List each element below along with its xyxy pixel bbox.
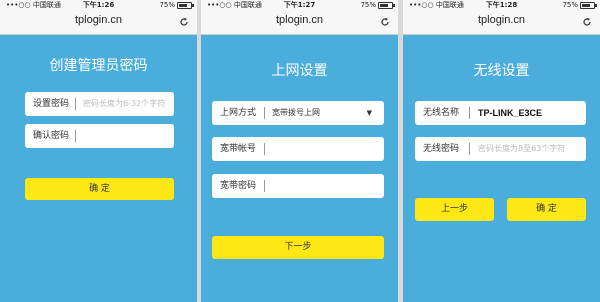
screen-create-admin-password: •••○○ 中国联通 下午1:26 75% tplogin.cn 创建管理员密码… bbox=[0, 0, 197, 302]
url-text[interactable]: tplogin.cn bbox=[403, 14, 600, 26]
broadband-account-field[interactable]: 宽带帐号 bbox=[212, 137, 384, 161]
confirm-button[interactable]: 确 定 bbox=[507, 198, 586, 221]
previous-button[interactable]: 上一步 bbox=[415, 198, 494, 221]
divider bbox=[264, 107, 265, 119]
divider bbox=[469, 143, 470, 155]
field-label: 设置密码 bbox=[33, 99, 70, 109]
dropdown-arrow-icon[interactable]: ▼ bbox=[367, 101, 372, 125]
divider bbox=[75, 98, 76, 110]
status-bar: •••○○ 中国联通 下午1:28 75% bbox=[403, 0, 600, 10]
address-bar[interactable]: tplogin.cn bbox=[403, 10, 600, 35]
selected-value: 宽带拨号上网 bbox=[272, 108, 320, 117]
set-password-field[interactable]: 设置密码 密码长度为6-32个字符 bbox=[25, 92, 174, 116]
battery-percent: 75% bbox=[159, 1, 175, 9]
confirm-button[interactable]: 确 定 bbox=[25, 178, 174, 200]
connection-type-select[interactable]: 上网方式 宽带拨号上网 ▼ bbox=[212, 101, 384, 125]
battery-percent: 75% bbox=[562, 1, 578, 9]
battery-icon bbox=[580, 2, 597, 9]
confirm-password-field[interactable]: 确认密码 bbox=[25, 124, 174, 148]
page-title: 创建管理员密码 bbox=[49, 58, 148, 74]
reload-icon[interactable] bbox=[380, 17, 390, 27]
field-label: 上网方式 bbox=[220, 108, 257, 118]
page-title: 无线设置 bbox=[473, 63, 530, 79]
text-cursor bbox=[264, 143, 265, 155]
next-button[interactable]: 下一步 bbox=[212, 236, 384, 259]
battery-icon bbox=[378, 2, 395, 9]
field-label: 宽带帐号 bbox=[220, 144, 257, 154]
text-cursor bbox=[264, 180, 265, 192]
field-placeholder: 密码长度为6-32个字符 bbox=[83, 99, 166, 108]
text-cursor bbox=[75, 130, 76, 142]
reload-icon[interactable] bbox=[582, 17, 592, 27]
battery-percent: 75% bbox=[360, 1, 376, 9]
field-label: 无线名称 bbox=[423, 108, 460, 118]
wireless-password-field[interactable]: 无线密码 密码长度为8至63个字符 bbox=[415, 137, 586, 161]
broadband-password-field[interactable]: 宽带密码 bbox=[212, 174, 384, 198]
wireless-name-field[interactable]: 无线名称 TP-LINK_E3CE bbox=[415, 101, 586, 125]
battery-icon bbox=[177, 2, 194, 9]
address-bar[interactable]: tplogin.cn bbox=[0, 10, 197, 35]
wireless-name-value: TP-LINK_E3CE bbox=[478, 108, 543, 118]
field-label: 无线密码 bbox=[423, 144, 460, 154]
field-label: 宽带密码 bbox=[220, 181, 257, 191]
divider bbox=[469, 107, 470, 119]
field-placeholder: 密码长度为8至63个字符 bbox=[478, 144, 566, 153]
url-text[interactable]: tplogin.cn bbox=[201, 14, 398, 26]
screen-wireless-settings: •••○○ 中国联通 下午1:28 75% tplogin.cn 无线设置 无线… bbox=[403, 0, 600, 302]
field-label: 确认密码 bbox=[33, 131, 70, 141]
address-bar[interactable]: tplogin.cn bbox=[201, 10, 398, 35]
status-bar: •••○○ 中国联通 下午1:26 75% bbox=[0, 0, 197, 10]
reload-icon[interactable] bbox=[179, 17, 189, 27]
screen-internet-settings: •••○○ 中国联通 下午1:27 75% tplogin.cn 上网设置 上网… bbox=[201, 0, 398, 302]
status-bar: •••○○ 中国联通 下午1:27 75% bbox=[201, 0, 398, 10]
url-text[interactable]: tplogin.cn bbox=[0, 14, 197, 26]
page-title: 上网设置 bbox=[271, 63, 328, 79]
